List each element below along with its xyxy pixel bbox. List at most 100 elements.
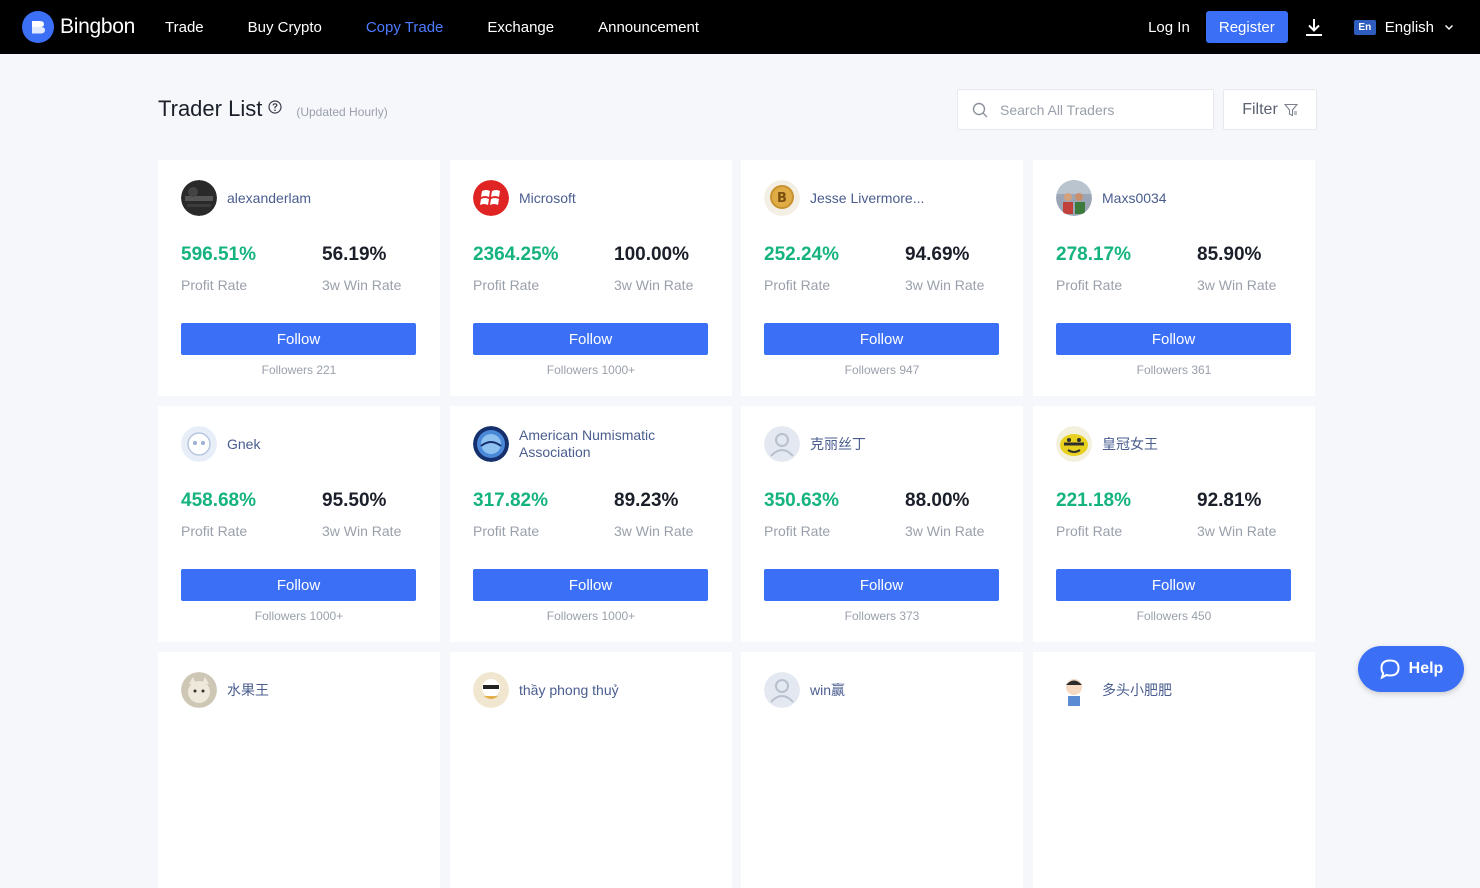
- language-name: English: [1384, 18, 1434, 36]
- trader-list-header: Trader List (Updated Hourly): [158, 96, 388, 122]
- trader-avatar[interactable]: [764, 672, 800, 708]
- trader-card[interactable]: 多头小肥肥: [1033, 652, 1315, 888]
- trader-name[interactable]: 水果王: [227, 672, 422, 708]
- profit-rate-value: 252.24%: [764, 244, 840, 265]
- trader-grid: alexanderlam 596.51% 56.19% Profit Rate 3w W…: [158, 160, 1316, 888]
- trader-card[interactable]: American Numismatic Association 317.82% 89…: [450, 406, 732, 642]
- trader-avatar[interactable]: [181, 426, 217, 462]
- trader-avatar[interactable]: [1056, 426, 1092, 462]
- trader-card[interactable]: Maxs0034 278.17% 85.90% Profit Rate 3w Win R…: [1033, 160, 1315, 396]
- profit-rate-value: 596.51%: [181, 244, 257, 265]
- filter-icon: [1283, 103, 1298, 116]
- win-rate-value: 89.23%: [614, 490, 679, 511]
- filter-label: Filter: [1242, 100, 1278, 118]
- brand-name: Bingbon: [60, 15, 135, 38]
- trader-name[interactable]: thầy phong thuỷ: [519, 672, 714, 708]
- register-button[interactable]: Register: [1205, 11, 1288, 43]
- follow-button[interactable]: Follow: [181, 323, 416, 355]
- win-rate-label: 3w Win Rate: [614, 277, 694, 293]
- trader-name[interactable]: alexanderlam: [227, 180, 422, 216]
- chat-bubble-icon: [1380, 659, 1400, 680]
- trader-avatar[interactable]: [764, 426, 800, 462]
- bingbon-logo-icon: [22, 11, 54, 43]
- profit-rate-label: Profit Rate: [1056, 277, 1123, 293]
- followers-count: Followers 1000+: [546, 609, 636, 623]
- trader-name[interactable]: win赢: [810, 672, 1005, 708]
- brand-logo[interactable]: Bingbon: [22, 11, 135, 43]
- search-icon: [972, 102, 988, 117]
- trader-name[interactable]: Maxs0034: [1102, 180, 1297, 216]
- win-rate-label: 3w Win Rate: [905, 277, 985, 293]
- filter-button[interactable]: Filter: [1223, 89, 1317, 130]
- win-rate-label: 3w Win Rate: [614, 523, 694, 539]
- trader-name[interactable]: Jesse Livermore...: [810, 180, 1005, 216]
- trader-avatar[interactable]: [181, 180, 217, 216]
- language-badge: En: [1353, 19, 1376, 35]
- trader-avatar[interactable]: [473, 426, 509, 462]
- follow-button[interactable]: Follow: [1056, 569, 1291, 601]
- trader-name[interactable]: 皇冠女王: [1102, 426, 1297, 462]
- profit-rate-value: 2364.25%: [473, 244, 559, 265]
- trader-search: [957, 89, 1214, 130]
- win-rate-value: 94.69%: [905, 244, 970, 265]
- trader-avatar[interactable]: [473, 180, 509, 216]
- follow-button[interactable]: Follow: [473, 323, 708, 355]
- followers-count: Followers 361: [1136, 363, 1212, 377]
- trader-card[interactable]: 水果王: [158, 652, 440, 888]
- trader-name[interactable]: 多头小肥肥: [1102, 672, 1297, 708]
- trader-avatar[interactable]: [181, 672, 217, 708]
- main-nav: Trade Buy Crypto Copy Trade Exchange Ann…: [165, 0, 743, 54]
- profit-rate-label: Profit Rate: [181, 277, 248, 293]
- followers-count: Followers 1000+: [254, 609, 344, 623]
- profit-rate-value: 221.18%: [1056, 490, 1132, 511]
- win-rate-label: 3w Win Rate: [1197, 277, 1277, 293]
- download-icon[interactable]: [1304, 16, 1324, 38]
- nav-buy-crypto[interactable]: Buy Crypto: [248, 19, 322, 36]
- chevron-down-icon: [1445, 25, 1453, 30]
- follow-button[interactable]: Follow: [1056, 323, 1291, 355]
- profit-rate-label: Profit Rate: [764, 277, 831, 293]
- profit-rate-label: Profit Rate: [1056, 523, 1123, 539]
- trader-card[interactable]: 皇冠女王 221.18% 92.81% Profit Rate 3w Win Rate F…: [1033, 406, 1315, 642]
- page-title: Trader List: [158, 96, 263, 121]
- trader-card[interactable]: B Jesse Livermore... 252.24% 94.69% Profit R…: [741, 160, 1023, 396]
- question-circle-icon[interactable]: [268, 100, 282, 114]
- trader-name[interactable]: Microsoft: [519, 180, 714, 216]
- profit-rate-label: Profit Rate: [473, 277, 540, 293]
- trader-card[interactable]: thầy phong thuỷ: [450, 652, 732, 888]
- follow-button[interactable]: Follow: [473, 569, 708, 601]
- trader-card[interactable]: Microsoft 2364.25% 100.00% Profit Rate 3w Wi…: [450, 160, 732, 396]
- trader-name[interactable]: 克丽丝丁: [810, 426, 1005, 462]
- follow-button[interactable]: Follow: [764, 569, 999, 601]
- trader-avatar[interactable]: [1056, 180, 1092, 216]
- profit-rate-label: Profit Rate: [181, 523, 248, 539]
- trader-avatar[interactable]: [1056, 672, 1092, 708]
- trader-name[interactable]: American Numismatic Association: [519, 426, 714, 462]
- win-rate-value: 56.19%: [322, 244, 387, 265]
- nav-announcement[interactable]: Announcement: [598, 19, 699, 36]
- follow-button[interactable]: Follow: [181, 569, 416, 601]
- language-selector[interactable]: En English: [1353, 18, 1454, 36]
- win-rate-value: 85.90%: [1197, 244, 1262, 265]
- trader-card[interactable]: alexanderlam 596.51% 56.19% Profit Rate 3w W…: [158, 160, 440, 396]
- win-rate-value: 95.50%: [322, 490, 387, 511]
- follow-button[interactable]: Follow: [764, 323, 999, 355]
- trader-name[interactable]: Gnek: [227, 426, 422, 462]
- trader-avatar[interactable]: [473, 672, 509, 708]
- followers-count: Followers 1000+: [546, 363, 636, 377]
- nav-trade[interactable]: Trade: [165, 19, 204, 36]
- trader-card[interactable]: 克丽丝丁 350.63% 88.00% Profit Rate 3w Win Rate F…: [741, 406, 1023, 642]
- nav-exchange[interactable]: Exchange: [487, 19, 554, 36]
- profit-rate-label: Profit Rate: [764, 523, 831, 539]
- profit-rate-value: 458.68%: [181, 490, 257, 511]
- login-link[interactable]: Log In: [1148, 19, 1190, 36]
- followers-count: Followers 450: [1136, 609, 1212, 623]
- help-button[interactable]: Help: [1358, 646, 1464, 692]
- trader-avatar[interactable]: B: [764, 180, 800, 216]
- trader-card[interactable]: win赢: [741, 652, 1023, 888]
- profit-rate-value: 350.63%: [764, 490, 840, 511]
- search-input[interactable]: [1000, 101, 1200, 118]
- nav-copy-trade[interactable]: Copy Trade: [366, 19, 444, 36]
- trader-card[interactable]: Gnek 458.68% 95.50% Profit Rate 3w Win Rate F…: [158, 406, 440, 642]
- help-label: Help: [1408, 660, 1444, 677]
